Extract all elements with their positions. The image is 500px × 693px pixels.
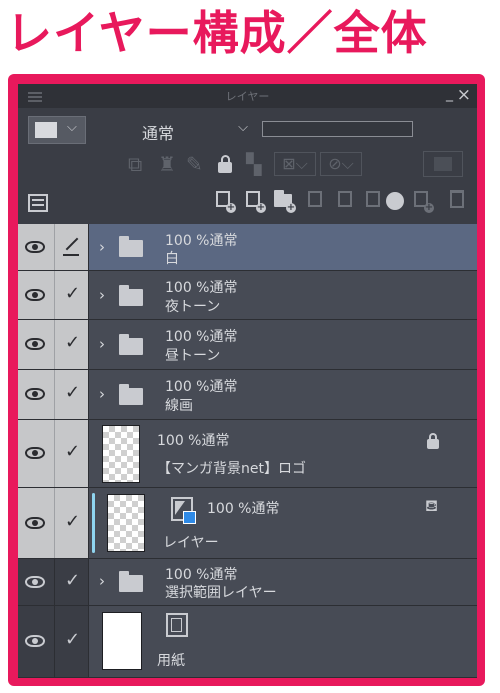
layer-row[interactable]: ✓ 100 %通常 レイヤー ⛾	[18, 488, 477, 559]
chevron-down-icon: ⌵	[238, 120, 248, 135]
layer-name: 昼トーン	[165, 348, 221, 364]
layer-opacity-blend: 100 %通常	[165, 233, 238, 249]
layer-panel: レイヤー _ × ⌵ 通常 ⌵ ⧉ ♜ ✎ ▚ ⊠⌵ ⊘⌵ + + + + › …	[18, 84, 477, 678]
chevron-right-icon[interactable]: ›	[99, 238, 105, 256]
edit-target-cell[interactable]	[55, 224, 89, 270]
close-button[interactable]: ×	[457, 85, 471, 105]
new-layer-mask-icon[interactable]: +	[412, 188, 434, 214]
chevron-right-icon[interactable]: ›	[99, 286, 105, 304]
draft-layer-icon[interactable]: ✎	[186, 152, 203, 176]
layer-color-swatch	[35, 122, 57, 138]
lock-transparent-icon[interactable]: ▚	[246, 152, 261, 176]
folder-icon	[119, 285, 143, 306]
folder-icon	[119, 571, 143, 592]
eye-icon[interactable]	[25, 338, 45, 350]
layer-name: 用紙	[157, 653, 185, 669]
new-folder-icon[interactable]: +	[274, 188, 296, 214]
page-title: レイヤー構成／全体	[6, 6, 428, 60]
layer-opacity-blend: 100 %通常	[157, 433, 230, 449]
folder-icon	[119, 236, 143, 257]
panel-title: レイヤー	[225, 90, 270, 103]
layer-thumbnail	[107, 494, 145, 552]
layer-name: レイヤー	[163, 535, 219, 551]
eye-icon[interactable]	[25, 388, 45, 400]
folder-icon	[119, 334, 143, 355]
layer-row[interactable]: ✓ › 100 %通常 選択範囲レイヤー	[18, 559, 477, 606]
layer-thumbnail	[102, 612, 142, 670]
minimize-button[interactable]: _	[446, 86, 453, 102]
selection-indicator	[92, 493, 95, 553]
chevron-right-icon[interactable]: ›	[99, 385, 105, 403]
layer-thumbnail	[102, 425, 140, 483]
mask-enable-icon[interactable]: ⊠⌵	[274, 152, 316, 176]
layer-opacity-blend: 100 %通常	[165, 567, 238, 583]
create-mask-icon[interactable]	[364, 188, 386, 214]
clip-to-layer-below-icon[interactable]: ⧉	[128, 152, 142, 176]
apply-mask-icon[interactable]	[386, 192, 404, 210]
layer-property-icon[interactable]	[28, 194, 48, 212]
layer-row[interactable]: ✓ › 100 %通常 夜トーン	[18, 271, 477, 320]
panel-titlebar[interactable]: レイヤー _ ×	[18, 84, 477, 108]
eye-icon[interactable]	[25, 447, 45, 459]
layer-mask-icon	[171, 497, 196, 524]
delete-layer-icon[interactable]	[450, 190, 464, 208]
new-vector-layer-icon[interactable]: +	[244, 188, 266, 214]
combine-down-icon[interactable]	[336, 188, 358, 214]
blend-mode-value: 通常	[142, 124, 175, 143]
check-icon[interactable]: ✓	[65, 511, 80, 532]
check-icon[interactable]: ✓	[65, 283, 80, 304]
transfer-down-icon[interactable]	[306, 188, 328, 214]
layer-name: 線画	[165, 398, 193, 414]
check-icon[interactable]: ✓	[65, 441, 80, 462]
layer-name: 選択範囲レイヤー	[165, 585, 277, 601]
layer-palette-icon[interactable]	[423, 151, 463, 177]
check-icon[interactable]: ✓	[65, 570, 80, 591]
layer-name: 白	[165, 251, 179, 267]
layer-row[interactable]: ✓ 100 %通常 【マンガ背景net】ロゴ	[18, 420, 477, 488]
layer-opacity-blend: 100 %通常	[207, 501, 280, 517]
eye-icon[interactable]	[25, 517, 45, 529]
pen-icon	[65, 237, 79, 251]
paper-layer-icon	[166, 613, 188, 637]
layer-opacity-blend: 100 %通常	[165, 379, 238, 395]
check-icon[interactable]: ✓	[65, 382, 80, 403]
check-icon[interactable]: ✓	[65, 629, 80, 650]
chevron-down-icon: ⌵	[67, 120, 77, 135]
mask-range-icon[interactable]: ⊘⌵	[320, 152, 362, 176]
eye-icon[interactable]	[25, 289, 45, 301]
chevron-right-icon[interactable]: ›	[99, 335, 105, 353]
layer-opacity-blend: 100 %通常	[165, 280, 238, 296]
layer-name: 【マンガ背景net】ロゴ	[157, 461, 306, 477]
layer-opacity-blend: 100 %通常	[165, 329, 238, 345]
layer-color-dropdown[interactable]: ⌵	[28, 116, 86, 144]
reference-layer-icon[interactable]: ♜	[158, 152, 176, 176]
new-raster-layer-icon[interactable]: +	[214, 188, 236, 214]
reference-layer-icon: ⛾	[425, 496, 439, 515]
check-icon[interactable]: ✓	[65, 332, 80, 353]
layer-row[interactable]: › 100 %通常 白	[18, 224, 477, 271]
chevron-right-icon[interactable]: ›	[99, 572, 105, 590]
layer-row[interactable]: ✓ › 100 %通常 線画	[18, 370, 477, 420]
blend-mode-dropdown[interactable]: 通常 ⌵	[100, 116, 256, 144]
folder-icon	[119, 384, 143, 405]
layer-row[interactable]: ✓ 用紙	[18, 606, 477, 678]
eye-icon[interactable]	[25, 241, 45, 253]
eye-icon[interactable]	[25, 635, 45, 647]
eye-icon[interactable]	[25, 576, 45, 588]
layer-row[interactable]: ✓ › 100 %通常 昼トーン	[18, 320, 477, 370]
lock-icon	[427, 433, 439, 449]
layer-name: 夜トーン	[165, 299, 221, 315]
opacity-slider[interactable]	[262, 121, 413, 137]
